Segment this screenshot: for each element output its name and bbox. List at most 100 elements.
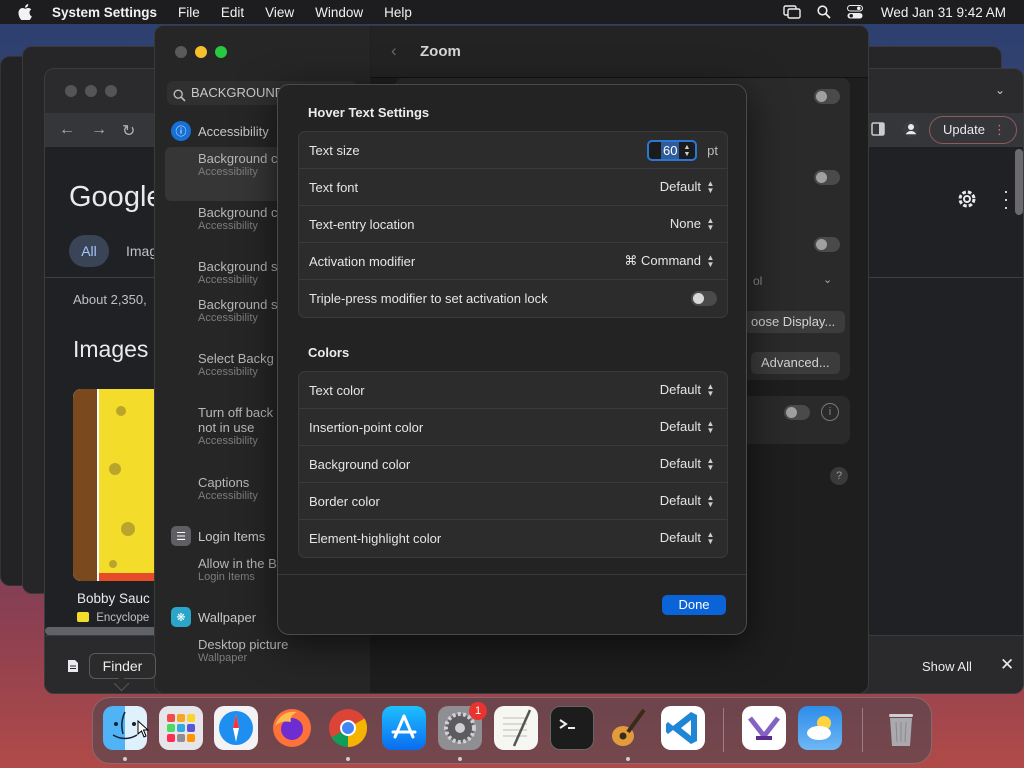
color-label: Background color — [309, 457, 411, 472]
chrome-icon[interactable] — [326, 706, 370, 750]
text-size-value: 60 — [661, 142, 680, 159]
sidebar-category-login-items[interactable]: ☰ Login Items — [171, 526, 265, 546]
color-row: Element-highlight color Default ▲ ▼ — [299, 520, 727, 557]
profile-icon[interactable] — [903, 121, 919, 142]
close-window-button[interactable] — [175, 46, 187, 58]
minimize-window-button[interactable] — [195, 46, 207, 58]
google-logo[interactable]: Google — [69, 181, 163, 214]
menu-view[interactable]: View — [265, 5, 294, 20]
image-result-source[interactable]: Encyclope — [77, 612, 149, 624]
vertical-scrollbar[interactable] — [1015, 149, 1023, 215]
popup-arrows-icon: ▲ ▼ — [706, 455, 715, 472]
popup-arrows-icon: ▲ ▼ — [706, 381, 715, 398]
notification-badge: 1 — [469, 702, 487, 720]
zoom-toggle[interactable] — [784, 405, 810, 420]
popup-arrows-icon: ▲ ▼ — [706, 253, 715, 269]
menu-clock[interactable]: Wed Jan 31 9:42 AM — [881, 5, 1006, 20]
vscode-icon[interactable] — [661, 706, 705, 750]
search-tab-images[interactable]: Imag — [126, 243, 157, 259]
results-count: About 2,350, — [73, 292, 147, 307]
mouse-pointer-icon — [137, 719, 150, 743]
firefox-icon[interactable] — [270, 706, 314, 750]
insertion-point-color-popup[interactable]: Default ▲ ▼ — [660, 419, 715, 434]
color-label: Insertion-point color — [309, 420, 424, 435]
garageband-icon[interactable] — [606, 706, 650, 750]
activation-modifier-row: Activation modifier ⌘ Command ▲ ▼ — [299, 243, 727, 280]
forward-arrow-icon[interactable]: → — [91, 121, 107, 139]
image-result-source-label: Encyclope — [96, 612, 150, 624]
search-tab-all[interactable]: All — [69, 235, 109, 267]
reload-icon[interactable]: ↻ — [122, 121, 135, 141]
popup-value: ⌘ Command — [624, 253, 701, 268]
spotlight-search-icon[interactable] — [817, 5, 831, 19]
element-highlight-color-popup[interactable]: Default ▲ ▼ — [660, 530, 715, 545]
menu-window[interactable]: Window — [315, 5, 363, 20]
running-indicator — [458, 757, 462, 761]
choose-display-button[interactable]: oose Display... — [741, 311, 846, 333]
popup-arrows-icon: ▲ ▼ — [706, 215, 715, 232]
close-downloads-icon[interactable]: ✕ — [1000, 655, 1014, 675]
show-all-downloads-link[interactable]: Show All — [922, 659, 972, 674]
page-more-options-icon[interactable]: · · · — [1003, 182, 1009, 216]
textedit-icon[interactable] — [494, 706, 538, 750]
zoom-toggle[interactable] — [814, 237, 840, 252]
trash-icon[interactable] — [879, 706, 923, 750]
background-color-popup[interactable]: Default ▲ ▼ — [660, 456, 715, 471]
side-panel-icon[interactable] — [871, 122, 885, 141]
zoom-toggle[interactable] — [814, 170, 840, 185]
triple-press-toggle[interactable] — [691, 291, 717, 306]
advanced-button[interactable]: Advanced... — [751, 352, 840, 374]
safari-icon[interactable] — [214, 706, 258, 750]
done-button[interactable]: Done — [662, 595, 726, 615]
zoom-toggle[interactable] — [814, 89, 840, 104]
dropdown-chevron-icon[interactable]: ⌄ — [823, 273, 832, 286]
activation-modifier-popup[interactable]: ⌘ Command ▲ ▼ — [624, 253, 715, 269]
sidebar-category-wallpaper[interactable]: ❋ Wallpaper — [171, 607, 256, 627]
text-color-popup[interactable]: Default ▲ ▼ — [660, 382, 715, 397]
sidebar-category-accessibility[interactable]: ⓘ Accessibility — [171, 121, 269, 141]
info-icon[interactable]: i — [821, 403, 839, 421]
zoom-window-button[interactable] — [105, 85, 117, 97]
control-center-icon[interactable] — [846, 5, 863, 19]
menu-app-name[interactable]: System Settings — [52, 5, 157, 20]
settings-gear-icon[interactable] — [955, 187, 979, 216]
terminal-icon[interactable] — [550, 706, 594, 750]
launchpad-icon[interactable] — [159, 706, 203, 750]
popup-arrows-icon: ▲ ▼ — [706, 492, 715, 509]
menu-file[interactable]: File — [178, 5, 200, 20]
text-size-field[interactable]: 60 ▲ ▼ — [647, 140, 697, 161]
popup-value: Default — [659, 530, 701, 545]
image-result-title[interactable]: Bobby Sauc — [77, 591, 150, 606]
text-font-popup[interactable]: Default ▲ ▼ — [660, 179, 715, 194]
horizontal-scrollbar[interactable] — [45, 627, 163, 635]
text-entry-location-label: Text-entry location — [309, 217, 415, 232]
zoom-window-button[interactable] — [215, 46, 227, 58]
stepper-icon[interactable]: ▲ ▼ — [682, 144, 692, 158]
menu-edit[interactable]: Edit — [221, 5, 244, 20]
close-window-button[interactable] — [65, 85, 77, 97]
wallpaper-icon: ❋ — [171, 607, 191, 627]
popup-value: None — [669, 216, 701, 231]
search-result-desktop-picture[interactable]: Desktop picture Wallpaper — [198, 637, 363, 665]
screen-mirroring-icon[interactable] — [783, 5, 801, 19]
app-store-icon[interactable] — [382, 706, 426, 750]
text-entry-location-popup[interactable]: None ▲ ▼ — [670, 216, 715, 231]
back-arrow-icon[interactable]: ← — [59, 121, 75, 139]
color-label: Text color — [309, 383, 365, 398]
menu-help[interactable]: Help — [384, 5, 412, 20]
weather-icon[interactable] — [798, 706, 842, 750]
help-icon[interactable]: ? — [830, 467, 848, 485]
minimize-window-button[interactable] — [85, 85, 97, 97]
color-label: Border color — [309, 494, 380, 509]
visual-studio-icon[interactable] — [742, 706, 786, 750]
login-items-icon: ☰ — [171, 526, 191, 546]
downloaded-file-icon[interactable] — [67, 659, 79, 678]
color-row: Insertion-point color Default ▲ ▼ — [299, 409, 727, 446]
back-chevron-icon[interactable]: ‹ — [391, 41, 397, 61]
chrome-update-button[interactable]: Update ⋮ — [929, 116, 1017, 144]
border-color-popup[interactable]: Default ▲ ▼ — [660, 493, 715, 508]
menu-bar: System Settings File Edit View Window He… — [0, 0, 1024, 24]
running-indicator — [123, 757, 127, 761]
apple-menu-icon[interactable] — [18, 0, 36, 24]
tab-search-chevron-icon[interactable]: ⌄ — [995, 83, 1005, 97]
